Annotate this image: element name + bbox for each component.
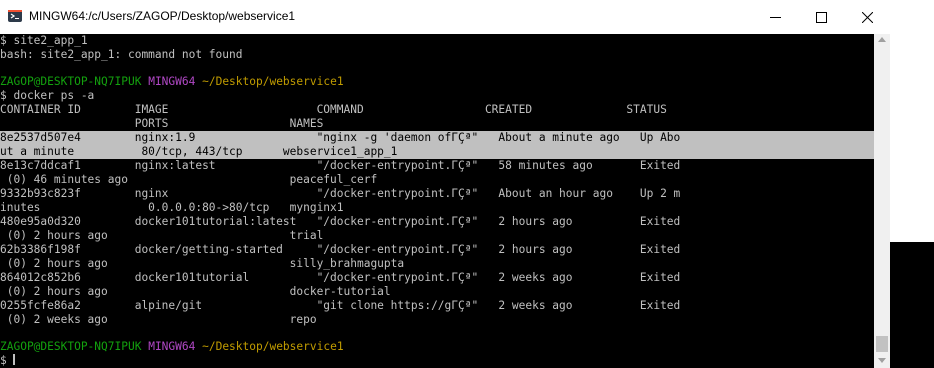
title-bar[interactable]: MINGW64:/c/Users/ZAGOP/Desktop/webservic…: [0, 0, 890, 34]
terminal-line: bash: site2_app_1: command not found: [0, 48, 243, 61]
git-bash-icon: [8, 10, 22, 22]
background-window: [890, 242, 934, 368]
table-row-selected: 8e2537d507e4 nginx:1.9 "nginx -g 'daemon…: [0, 131, 874, 145]
prompt-path: ~/Desktop/webservice1: [202, 340, 344, 353]
prompt-symbol: $: [0, 354, 14, 367]
table-row: (0) 2 hours ago docker-tutorial: [0, 285, 391, 298]
table-row: (0) 2 hours ago silly_brahmagupta: [0, 257, 405, 270]
prompt-path: ~/Desktop/webservice1: [202, 75, 344, 88]
terminal-window: MINGW64:/c/Users/ZAGOP/Desktop/webservic…: [0, 0, 890, 368]
table-row: 864012c852b6 docker101tutorial "/docker-…: [0, 271, 681, 284]
text-cursor: [13, 354, 16, 365]
prompt-user: ZAGOP@DESKTOP-NQ7IPUK: [0, 340, 142, 353]
table-header: PORTS NAMES: [0, 117, 324, 130]
table-row: (0) 46 minutes ago peaceful_cerf: [0, 173, 378, 186]
prompt-line: ZAGOP@DESKTOP-NQ7IPUK MINGW64 ~/Desktop/…: [0, 340, 874, 354]
table-row: 480e95a0d320 docker101tutorial:latest "/…: [0, 215, 681, 228]
terminal-line: $ site2_app_1: [0, 34, 88, 47]
minimize-button[interactable]: [752, 0, 798, 34]
table-row: 62b3386f198f docker/getting-started "/do…: [0, 243, 681, 256]
vertical-scrollbar[interactable]: [874, 34, 890, 368]
prompt-line: ZAGOP@DESKTOP-NQ7IPUK MINGW64 ~/Desktop/…: [0, 75, 874, 89]
prompt-shell: MINGW64: [148, 340, 196, 353]
terminal-output[interactable]: $ site2_app_1 bash: site2_app_1: command…: [0, 34, 874, 368]
close-button[interactable]: [844, 0, 890, 34]
scrollbar-thumb[interactable]: [876, 336, 888, 352]
scroll-up-icon[interactable]: [878, 37, 886, 42]
table-row: (0) 2 weeks ago repo: [0, 313, 317, 326]
close-icon: [861, 11, 873, 23]
table-row: 8e13c7ddcaf1 nginx:latest "/docker-entry…: [0, 159, 681, 172]
terminal-line: $ docker ps -a: [0, 89, 95, 102]
table-header: CONTAINER ID IMAGE COMMAND CREATED STATU…: [0, 103, 667, 116]
window-title: MINGW64:/c/Users/ZAGOP/Desktop/webservic…: [29, 9, 296, 23]
table-row: inutes 0.0.0.0:80->80/tcp mynginx1: [0, 201, 344, 214]
table-row: (0) 2 hours ago trial: [0, 229, 324, 242]
maximize-icon: [815, 11, 827, 23]
prompt-user: ZAGOP@DESKTOP-NQ7IPUK: [0, 75, 142, 88]
table-row: 0255fcfe86a2 alpine/git "git clone https…: [0, 299, 681, 312]
prompt-shell: MINGW64: [148, 75, 196, 88]
maximize-button[interactable]: [798, 0, 844, 34]
command-input-line[interactable]: $: [0, 354, 874, 368]
table-row: 9332b93c823f nginx "/docker-entrypoint.Γ…: [0, 187, 681, 200]
scroll-down-icon[interactable]: [878, 358, 886, 363]
table-row-selected: ut a minute 80/tcp, 443/tcp webservice1_…: [0, 145, 874, 159]
minimize-icon: [769, 16, 781, 18]
